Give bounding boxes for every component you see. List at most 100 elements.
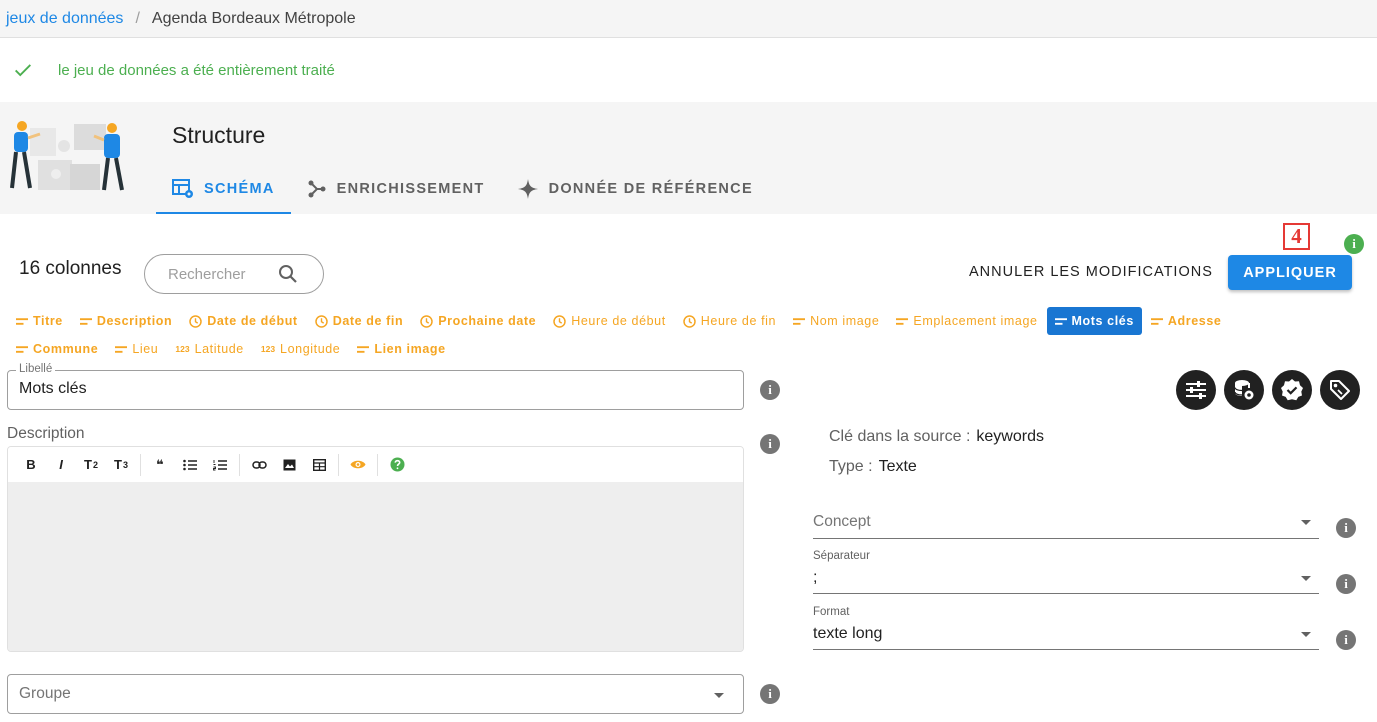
numbered-list-icon [213,459,227,470]
info-icon[interactable]: i [1336,518,1356,538]
clock-icon [420,314,433,328]
help-button[interactable] [382,450,412,480]
apply-button[interactable]: APPLIQUER [1228,255,1352,290]
separator-label: Séparateur [813,550,870,562]
column-chip[interactable]: Titre [8,307,71,335]
toolbar-divider [338,453,339,476]
breadcrumb-current: Agenda Bordeaux Métropole [151,9,356,27]
column-chip[interactable]: Prochaine date [412,307,544,335]
cancel-changes-button[interactable]: ANNULER LES MODIFICATIONS [961,256,1221,288]
libelle-field[interactable]: Libellé [7,363,744,410]
separator-select[interactable]: Séparateur ; [813,548,1319,594]
sparkle-icon [517,179,538,199]
breadcrumb-datasets-link[interactable]: jeux de données [6,10,123,28]
column-chip[interactable]: Nom image [785,307,887,335]
column-chip[interactable]: Emplacement image [888,307,1045,335]
column-chip-label: Longitude [280,342,341,356]
text-icon [1150,317,1163,325]
database-settings-button[interactable] [1224,370,1264,410]
heading3-button[interactable]: T3 [106,450,136,480]
tab-enrichissement[interactable]: ENRICHISSEMENT [291,164,501,214]
text-icon [1054,317,1067,325]
column-chip[interactable]: 123 Latitude [167,335,251,363]
libelle-legend: Libellé [16,363,56,375]
groupe-select[interactable]: Groupe [7,674,744,714]
column-chip-label: Emplacement image [913,314,1038,328]
text-icon [16,317,28,325]
column-chip[interactable]: Lien image [349,335,453,363]
column-chip[interactable]: Date de début [181,307,305,335]
info-icon[interactable]: i [760,380,780,400]
graph-nodes-icon [308,180,326,198]
search-input[interactable] [168,265,278,283]
libelle-input[interactable] [19,380,719,398]
preview-button[interactable] [343,450,373,480]
sliders-icon [1186,381,1206,399]
column-chip[interactable]: Commune [8,335,106,363]
column-chip-label: Date de début [207,314,298,328]
column-chip[interactable]: Heure de fin [675,307,784,335]
column-chip[interactable]: Mots clés [1046,307,1142,335]
alert-message: le jeu de données a été entièrement trai… [58,61,335,79]
column-chip-label: Lien image [374,342,446,356]
search-box[interactable] [144,254,324,294]
info-icon[interactable]: i [1344,234,1364,254]
table-icon [312,458,326,471]
tag-button[interactable] [1320,370,1360,410]
column-chip-label: Heure de début [571,314,666,328]
bullet-list-button[interactable] [175,450,205,480]
link-button[interactable] [244,450,274,480]
info-icon[interactable]: i [1336,630,1356,650]
validation-button[interactable] [1272,370,1312,410]
column-chip-label: Prochaine date [438,314,537,328]
eye-icon [350,460,366,469]
column-chip-label: Nom image [810,314,880,328]
column-chip[interactable]: 123 Longitude [253,335,349,363]
toolbar-divider [377,453,378,476]
text-icon [793,317,806,325]
italic-button[interactable]: I [46,450,76,480]
text-icon [16,345,28,353]
page-title: Structure [172,122,266,148]
column-chip-label: Mots clés [1071,314,1134,328]
column-chip-label: Lieu [132,342,159,356]
chevron-down-icon [1301,520,1311,525]
column-chip-label: Latitude [194,342,244,356]
column-chip-label: Commune [33,342,99,356]
separator-value: ; [813,569,818,586]
description-textarea[interactable] [8,483,743,651]
info-icon[interactable]: i [1336,574,1356,594]
search-icon[interactable] [278,264,298,284]
column-chip[interactable]: Lieu [107,335,166,363]
clock-icon [189,314,202,328]
tabs: SCHÉMA ENRICHISSEMENT DONNÉE DE RÉFÉRENC… [156,164,769,214]
help-icon [390,457,404,472]
info-icon[interactable]: i [760,434,780,454]
settings-sliders-button[interactable] [1176,370,1216,410]
column-chip[interactable]: Adresse [1143,307,1230,335]
type-value: Texte [878,458,917,475]
tab-enrichissement-label: ENRICHISSEMENT [336,181,485,197]
column-chip[interactable]: Heure de début [545,307,674,335]
source-key: Clé dans la source : keywords [829,428,1044,446]
image-icon [283,459,295,470]
column-chip-label: Date de fin [332,314,404,328]
bold-button[interactable]: B [16,450,46,480]
numbered-list-button[interactable] [205,450,235,480]
column-chip[interactable]: Description [72,307,180,335]
breadcrumb: jeux de données / Agenda Bordeaux Métrop… [0,0,1377,38]
tab-schema[interactable]: SCHÉMA [156,164,291,214]
info-icon[interactable]: i [760,684,780,704]
table-button[interactable] [304,450,334,480]
breadcrumb-separator: / [135,9,140,27]
concept-select[interactable]: Concept [813,502,1319,539]
toolbar-divider [140,453,141,476]
quote-button[interactable]: ❝ [145,450,175,480]
link-icon [251,460,267,469]
image-button[interactable] [274,450,304,480]
column-chip[interactable]: Date de fin [307,307,412,335]
tab-donnee-reference[interactable]: DONNÉE DE RÉFÉRENCE [501,164,769,214]
heading2-button[interactable]: T2 [76,450,106,480]
text-icon [79,317,92,325]
format-select[interactable]: Format texte long [813,604,1319,650]
